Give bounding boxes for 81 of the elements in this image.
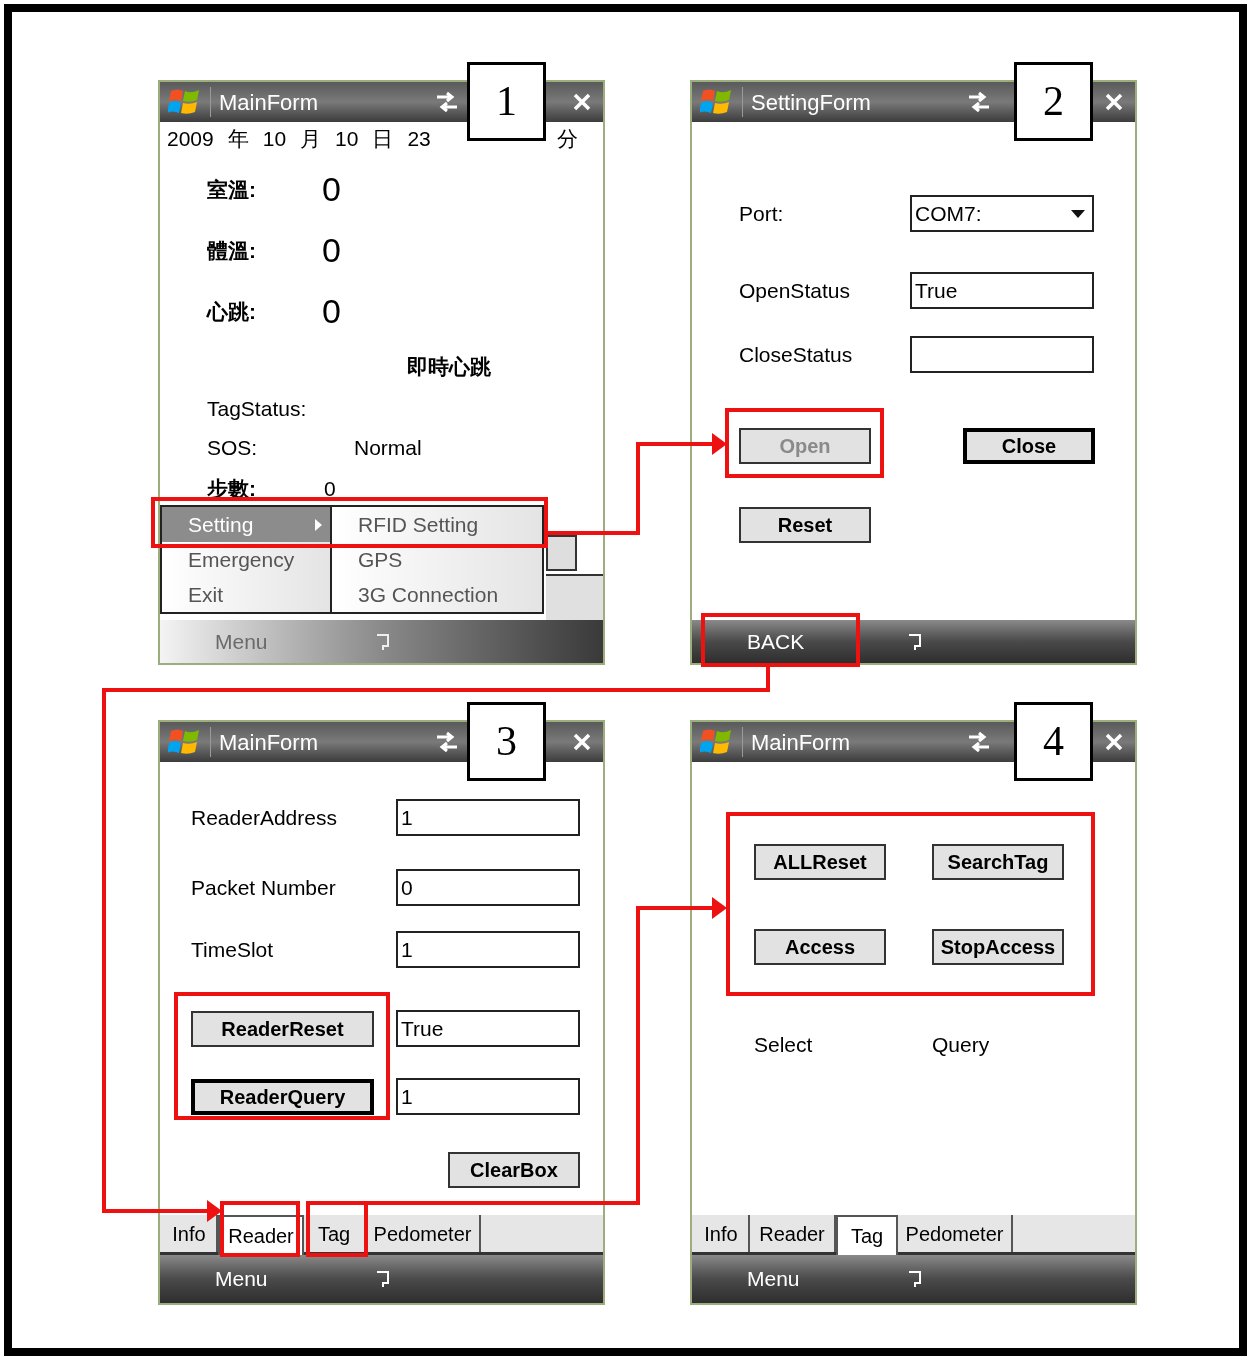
window-title: MainForm	[219, 88, 318, 117]
tag-status-label: TagStatus:	[207, 396, 307, 423]
form-button[interactable]: StopAccess	[932, 929, 1064, 965]
date-text: 10	[335, 126, 359, 153]
reading-label: 室溫:	[207, 176, 257, 203]
reading-label: 心跳:	[207, 298, 257, 325]
form-button[interactable]: ALLReset	[754, 844, 886, 880]
text-field[interactable]: True	[910, 272, 1094, 309]
step-number-label: 4	[1014, 702, 1093, 781]
select-label: Select	[754, 1032, 814, 1059]
field-label: ReaderAddress	[191, 804, 338, 831]
date-text: 日	[372, 126, 394, 153]
connectivity-icon[interactable]	[435, 91, 459, 113]
text-field[interactable]: 1	[396, 1078, 580, 1115]
reading-value: 0	[322, 169, 341, 210]
field-label: Packet Number	[191, 874, 337, 901]
window-title: MainForm	[219, 728, 318, 757]
form-button[interactable]: SearchTag	[932, 844, 1064, 880]
text-field[interactable]: 0	[396, 869, 580, 906]
windows-logo-icon	[168, 87, 202, 117]
form-button[interactable]: ReaderQuery	[191, 1078, 374, 1115]
keyboard-icon[interactable]	[375, 1269, 391, 1289]
field-label: CloseStatus	[739, 341, 854, 368]
date-text: 月	[300, 126, 322, 153]
text-field[interactable]	[910, 336, 1094, 373]
submenu-arrow-icon	[315, 518, 322, 531]
form-button[interactable]: Access	[754, 929, 886, 965]
close-icon[interactable]	[1105, 93, 1123, 111]
menu-item[interactable]: Emergency	[162, 542, 330, 577]
tab-strip	[546, 574, 603, 620]
reading-value: 0	[322, 291, 341, 332]
step-number-label: 2	[1014, 62, 1093, 141]
steps-value: 0	[324, 475, 336, 502]
live-heart-rate-label: 即時心跳	[407, 354, 491, 381]
window-title: MainForm	[751, 728, 850, 757]
close-icon[interactable]	[1105, 733, 1123, 751]
query-label: Query	[932, 1032, 990, 1059]
field-label: TimeSlot	[191, 936, 275, 963]
close-icon[interactable]	[573, 93, 591, 111]
text-field[interactable]: 1	[396, 799, 580, 836]
date-text: 10	[262, 126, 287, 153]
keyboard-icon[interactable]	[907, 1269, 923, 1289]
close-icon[interactable]	[573, 733, 591, 751]
highlight-frame	[306, 1201, 368, 1257]
field-label: OpenStatus	[739, 277, 851, 304]
tab[interactable]: Tag	[836, 1215, 898, 1255]
softkey-label[interactable]: Menu	[747, 1263, 907, 1295]
date-text: 分	[557, 126, 578, 153]
date-text: 23	[407, 126, 431, 153]
menu-item[interactable]: GPS	[332, 542, 542, 577]
date-text: 2009	[167, 126, 214, 153]
reading-label: 體溫:	[207, 237, 257, 264]
connectivity-icon[interactable]	[967, 731, 991, 753]
form-button[interactable]: ReaderReset	[191, 1010, 374, 1047]
keyboard-icon[interactable]	[907, 631, 923, 652]
dropdown-caret-icon	[1071, 209, 1085, 218]
text-field[interactable]: True	[396, 1010, 580, 1047]
form-button[interactable]: Reset	[739, 507, 871, 543]
windows-logo-icon	[700, 87, 734, 117]
connectivity-icon[interactable]	[967, 91, 991, 113]
sos-value: Normal	[354, 434, 422, 461]
menu-item[interactable]: RFID Setting	[332, 507, 542, 542]
date-text: 年	[227, 126, 249, 153]
form-button[interactable]: ClearBox	[448, 1152, 580, 1188]
menu-item[interactable]: 3G Connection	[332, 577, 542, 612]
windows-logo-icon	[168, 727, 202, 757]
form-button[interactable]: Close	[963, 428, 1095, 464]
port-dropdown[interactable]: COM7:	[910, 195, 1094, 232]
menu-item[interactable]: Exit	[162, 577, 330, 612]
step-number-label: 1	[467, 62, 546, 141]
sos-label: SOS:	[207, 434, 259, 461]
field-label: Port:	[739, 200, 785, 227]
windows-logo-icon	[700, 727, 734, 757]
button-fragment	[546, 535, 577, 571]
window-title: SettingForm	[751, 88, 871, 117]
reading-value: 0	[322, 230, 341, 271]
connectivity-icon[interactable]	[435, 731, 459, 753]
text-field[interactable]: 1	[396, 931, 580, 968]
step-number-label: 3	[467, 702, 546, 781]
softkey-label[interactable]: BACK	[747, 625, 907, 658]
softkey-label[interactable]: Menu	[215, 1263, 375, 1295]
